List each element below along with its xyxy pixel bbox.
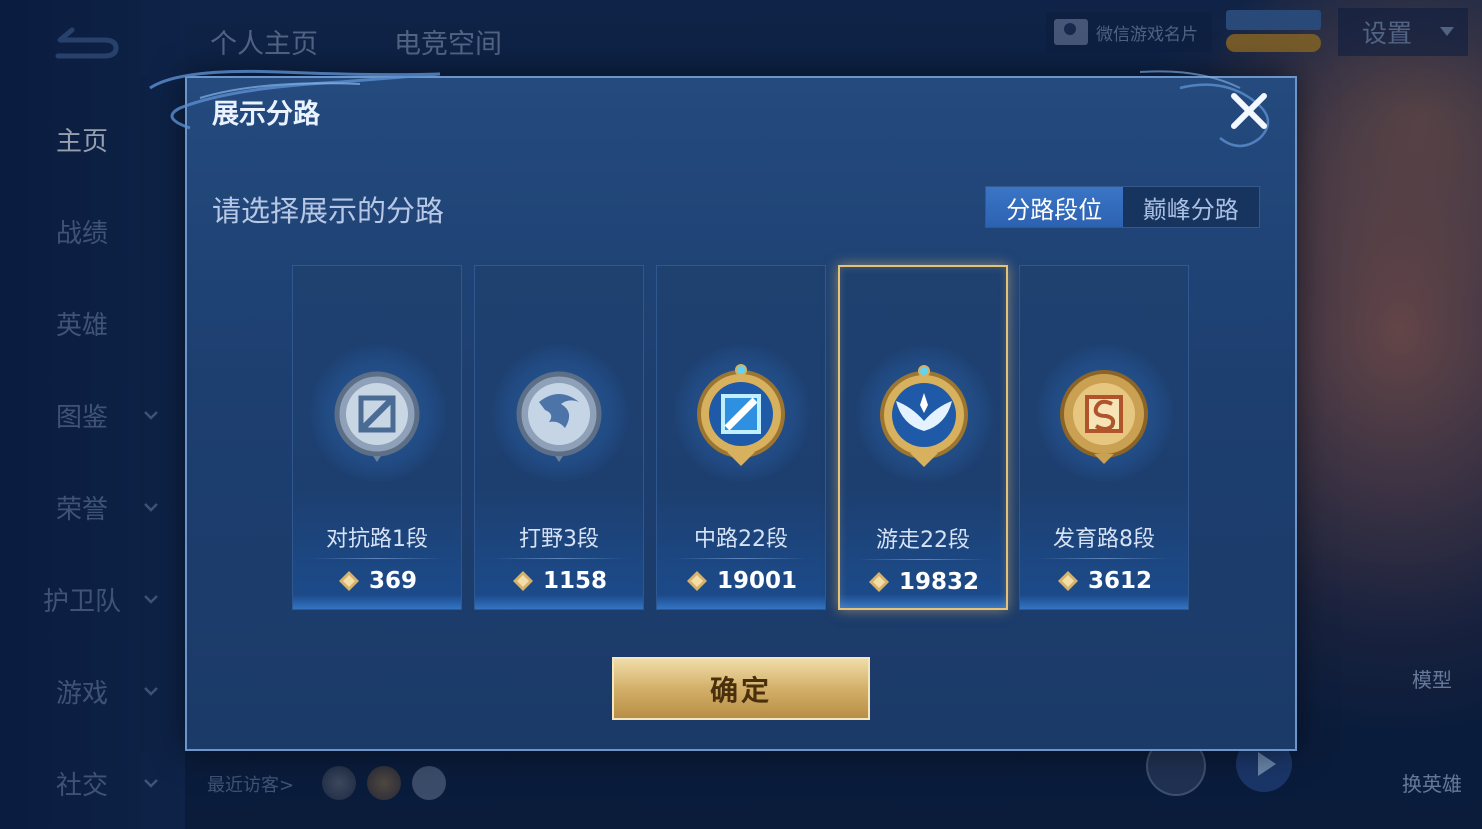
card-bottom-glow	[475, 595, 643, 609]
lane-card-jungle[interactable]: 打野3段 1158	[474, 265, 644, 610]
score-value: 19001	[716, 568, 798, 594]
lane-card-score: 369	[293, 568, 461, 594]
wings-emblem-icon	[880, 365, 968, 467]
divider	[311, 558, 443, 559]
score-value: 19832	[898, 569, 980, 595]
divider	[675, 558, 807, 559]
gem-icon	[868, 572, 889, 592]
lane-card-score: 19832	[840, 569, 1006, 595]
confirm-button[interactable]: 确定	[612, 657, 870, 720]
dialog-title: 展示分路	[212, 99, 320, 130]
lane-card-label: 游走22段	[876, 528, 970, 553]
close-icon[interactable]	[1226, 88, 1272, 134]
lane-card-score: 19001	[657, 568, 825, 594]
tab-lane-rank[interactable]: 分路段位	[986, 187, 1123, 227]
divider	[1038, 558, 1170, 559]
arrow-emblem-icon	[1060, 370, 1148, 464]
lane-card-label: 对抗路1段	[326, 527, 428, 552]
sword-emblem-icon	[334, 371, 420, 462]
gem-icon	[686, 571, 707, 591]
gem-icon	[338, 571, 359, 591]
lane-card-score: 1158	[475, 568, 643, 594]
divider	[493, 558, 625, 559]
lane-card-label: 发育路8段	[1053, 527, 1155, 552]
gem-icon	[512, 571, 533, 591]
score-value: 1158	[542, 568, 607, 594]
lane-card-adc[interactable]: 发育路8段 3612	[1019, 265, 1189, 610]
lane-card-top[interactable]: 对抗路1段 369	[292, 265, 462, 610]
dialog-subtitle: 请选择展示的分路	[212, 194, 445, 228]
card-bottom-glow	[1020, 595, 1188, 609]
lane-card-label: 打野3段	[519, 527, 599, 552]
lane-card-label: 中路22段	[694, 527, 788, 552]
score-value: 3612	[1087, 568, 1152, 594]
divider	[858, 559, 988, 560]
dragon-emblem-icon	[516, 371, 602, 462]
lane-card-score: 3612	[1020, 568, 1188, 594]
tab-peak-lane[interactable]: 巅峰分路	[1123, 187, 1260, 227]
staff-emblem-icon	[697, 364, 785, 466]
card-bottom-glow	[840, 594, 1006, 608]
lane-mode-toggle: 分路段位 巅峰分路	[985, 186, 1260, 228]
gem-icon	[1057, 571, 1078, 591]
lane-card-roam[interactable]: 游走22段 19832	[838, 265, 1008, 610]
lane-card-mid[interactable]: 中路22段 19001	[656, 265, 826, 610]
score-value: 369	[368, 568, 417, 594]
card-bottom-glow	[293, 595, 461, 609]
card-bottom-glow	[657, 595, 825, 609]
